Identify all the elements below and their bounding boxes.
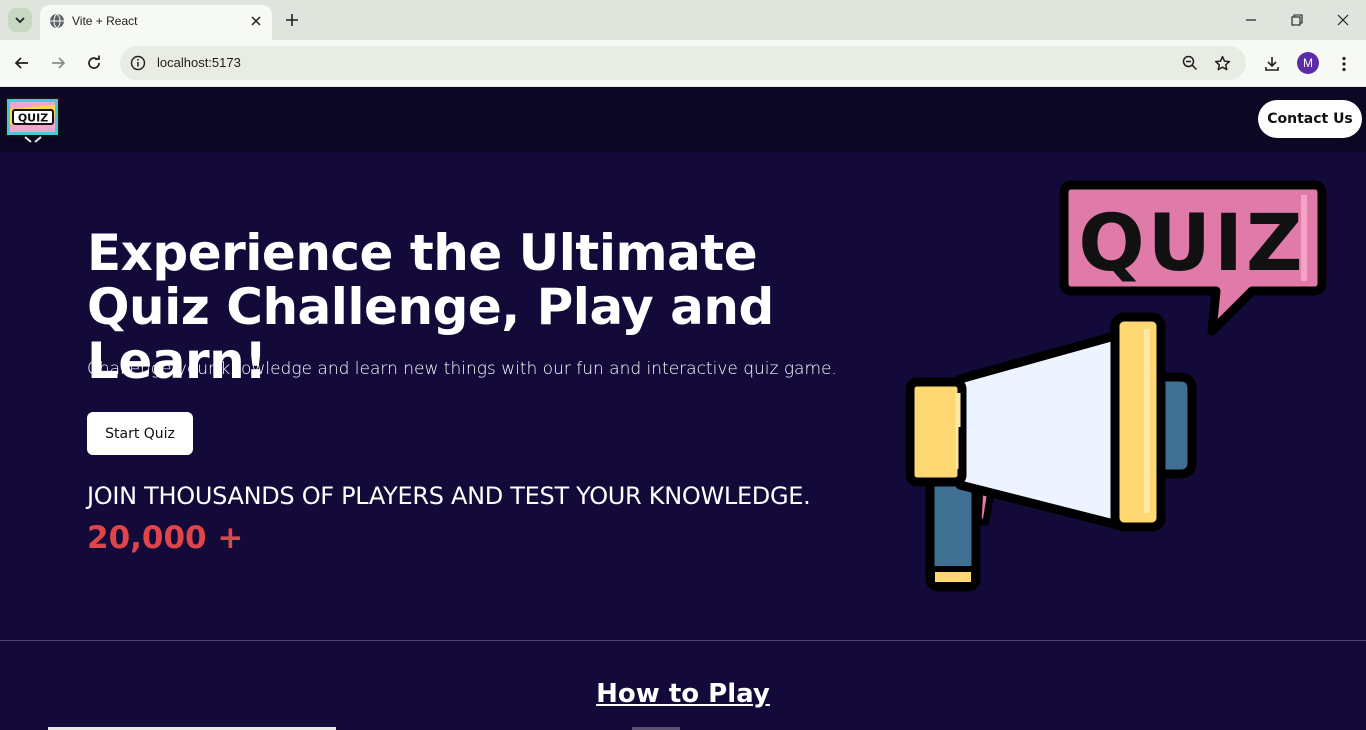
site-header: QUIZ Contact Us — [0, 87, 1366, 152]
close-icon — [251, 16, 261, 26]
reload-button[interactable] — [81, 50, 107, 76]
join-players-text: JOIN THOUSANDS OF PLAYERS AND TEST YOUR … — [87, 482, 811, 510]
downloads-button[interactable] — [1260, 52, 1284, 76]
hero-subtitle: Challenge your knowledge and learn new t… — [87, 359, 837, 379]
close-icon — [1337, 14, 1349, 26]
site-info-button[interactable] — [128, 53, 148, 73]
how-to-play-section: How to Play — [0, 641, 1366, 730]
minimize-icon — [1246, 19, 1256, 21]
tab-title: Vite + React — [72, 14, 138, 28]
tab-close-button[interactable] — [247, 12, 265, 30]
reload-icon — [88, 55, 100, 69]
chevron-down-icon — [15, 17, 25, 24]
players-count: 20,000 + — [87, 520, 244, 556]
globe-icon — [50, 13, 64, 29]
close-window-button[interactable] — [1328, 8, 1358, 32]
kebab-menu-icon — [1342, 56, 1346, 72]
browser-menu-button[interactable] — [1332, 52, 1356, 76]
url-text: localhost:5173 — [157, 55, 241, 70]
logo-text: QUIZ — [18, 112, 48, 125]
zoom-out-icon — [1182, 55, 1198, 71]
zoom-button[interactable] — [1180, 53, 1200, 73]
arrow-left-icon — [14, 57, 28, 69]
illustration-quiz-text: QUIZ — [1078, 199, 1305, 289]
profile-avatar[interactable]: M — [1297, 52, 1319, 74]
restore-button[interactable] — [1282, 8, 1312, 32]
speech-bubble-icon: QUIZ — [1059, 180, 1327, 336]
star-icon — [1214, 55, 1230, 70]
download-icon — [1265, 57, 1279, 71]
browser-tab-active[interactable]: Vite + React — [40, 5, 272, 40]
quiz-logo[interactable]: QUIZ — [5, 97, 61, 143]
address-bar[interactable]: localhost:5173 — [120, 46, 1246, 80]
megaphone-icon — [905, 312, 1197, 592]
how-to-play-title: How to Play — [596, 679, 770, 709]
hero-section: Experience the Ultimate Quiz Challenge, … — [0, 152, 1366, 640]
forward-button[interactable] — [45, 50, 71, 76]
bookmark-button[interactable] — [1212, 53, 1232, 73]
megaphone-quiz-illustration: QUIZ — [905, 180, 1327, 592]
new-tab-button[interactable] — [282, 10, 302, 30]
restore-icon — [1291, 14, 1303, 26]
info-icon — [130, 55, 146, 71]
arrow-right-icon — [52, 57, 66, 69]
minimize-button[interactable] — [1236, 8, 1266, 32]
start-quiz-button[interactable]: Start Quiz — [87, 412, 193, 455]
tab-search-button[interactable] — [8, 8, 32, 32]
contact-us-button[interactable]: Contact Us — [1258, 100, 1362, 138]
plus-icon — [286, 14, 298, 26]
back-button[interactable] — [9, 50, 35, 76]
browser-tabstrip: Vite + React — [0, 0, 1366, 40]
browser-toolbar: localhost:5173 M — [0, 40, 1366, 87]
